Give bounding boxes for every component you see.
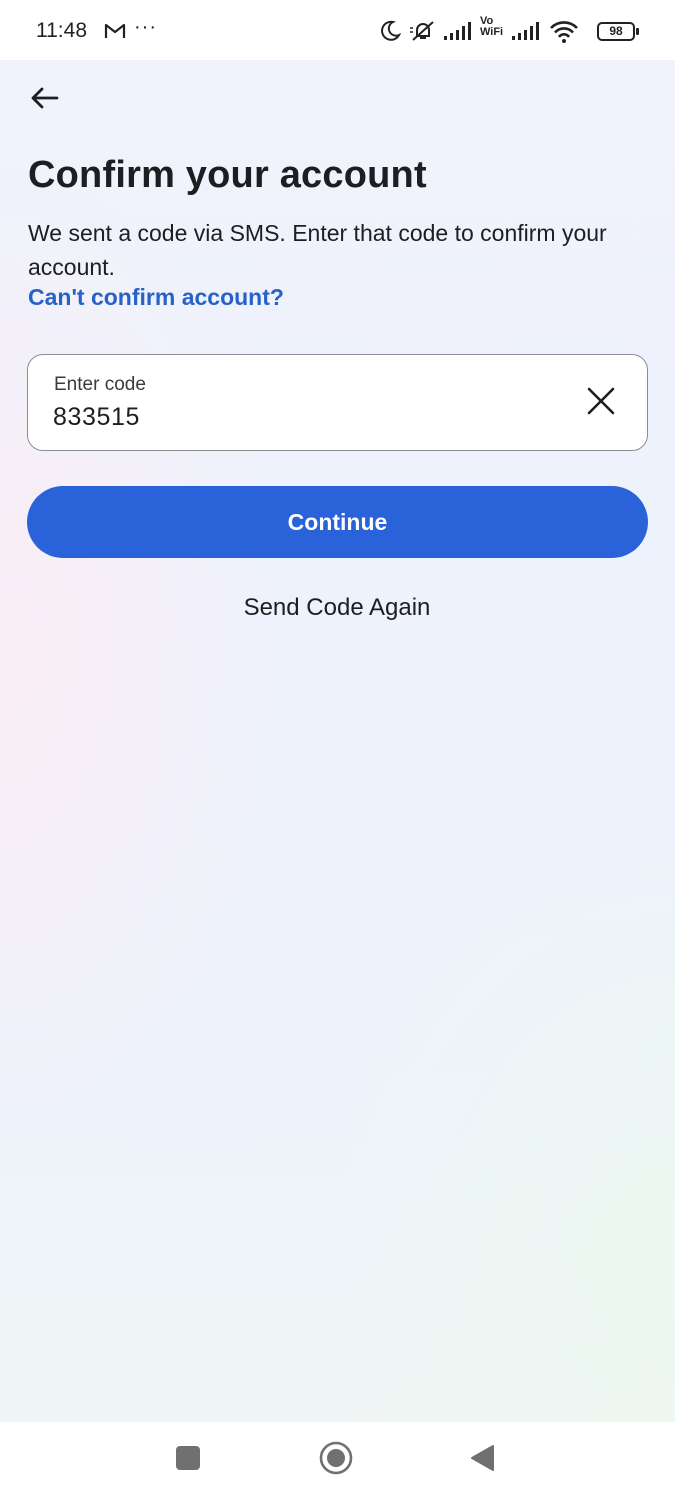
- system-nav-bar: [0, 1422, 675, 1500]
- screen: 11:48 ··· Vo WiFi 98 Confirm your accoun…: [0, 0, 675, 1500]
- home-button[interactable]: [314, 1438, 358, 1482]
- recents-square-icon: [175, 1445, 201, 1476]
- battery-level: 98: [597, 22, 635, 41]
- wifi-icon: [549, 20, 579, 49]
- code-field-label: Enter code: [54, 374, 146, 395]
- status-bar: 11:48 ··· Vo WiFi 98: [0, 0, 675, 60]
- send-code-again-button[interactable]: Send Code Again: [137, 586, 537, 630]
- back-triangle-icon: [469, 1444, 495, 1477]
- clear-button[interactable]: [581, 383, 621, 423]
- battery-tip: [636, 28, 639, 35]
- vowifi-label: Vo WiFi: [480, 16, 503, 38]
- code-input[interactable]: [53, 401, 553, 433]
- signal-icon: [511, 20, 541, 47]
- mute-icon: [409, 20, 437, 47]
- arrow-left-icon: [29, 86, 59, 115]
- moon-icon: [379, 20, 402, 47]
- overflow-dots: ···: [134, 16, 157, 38]
- close-icon: [586, 386, 616, 421]
- cant-confirm-link[interactable]: Can't confirm account?: [28, 284, 284, 311]
- code-field[interactable]: Enter code: [27, 354, 648, 451]
- back-button[interactable]: [24, 80, 64, 120]
- status-time: 11:48: [36, 19, 87, 42]
- continue-button[interactable]: Continue: [27, 486, 648, 558]
- signal-icon: [443, 20, 473, 47]
- page-title: Confirm your account: [28, 154, 427, 196]
- status-icons: Vo WiFi 98: [379, 16, 639, 46]
- system-back-button[interactable]: [460, 1438, 504, 1482]
- recents-button[interactable]: [166, 1438, 210, 1482]
- vowifi-bottom: WiFi: [480, 26, 504, 38]
- page-description: We sent a code via SMS. Enter that code …: [28, 220, 607, 280]
- battery-icon: 98: [597, 22, 639, 41]
- home-circle-icon: [319, 1441, 353, 1480]
- gmail-icon: [104, 22, 126, 40]
